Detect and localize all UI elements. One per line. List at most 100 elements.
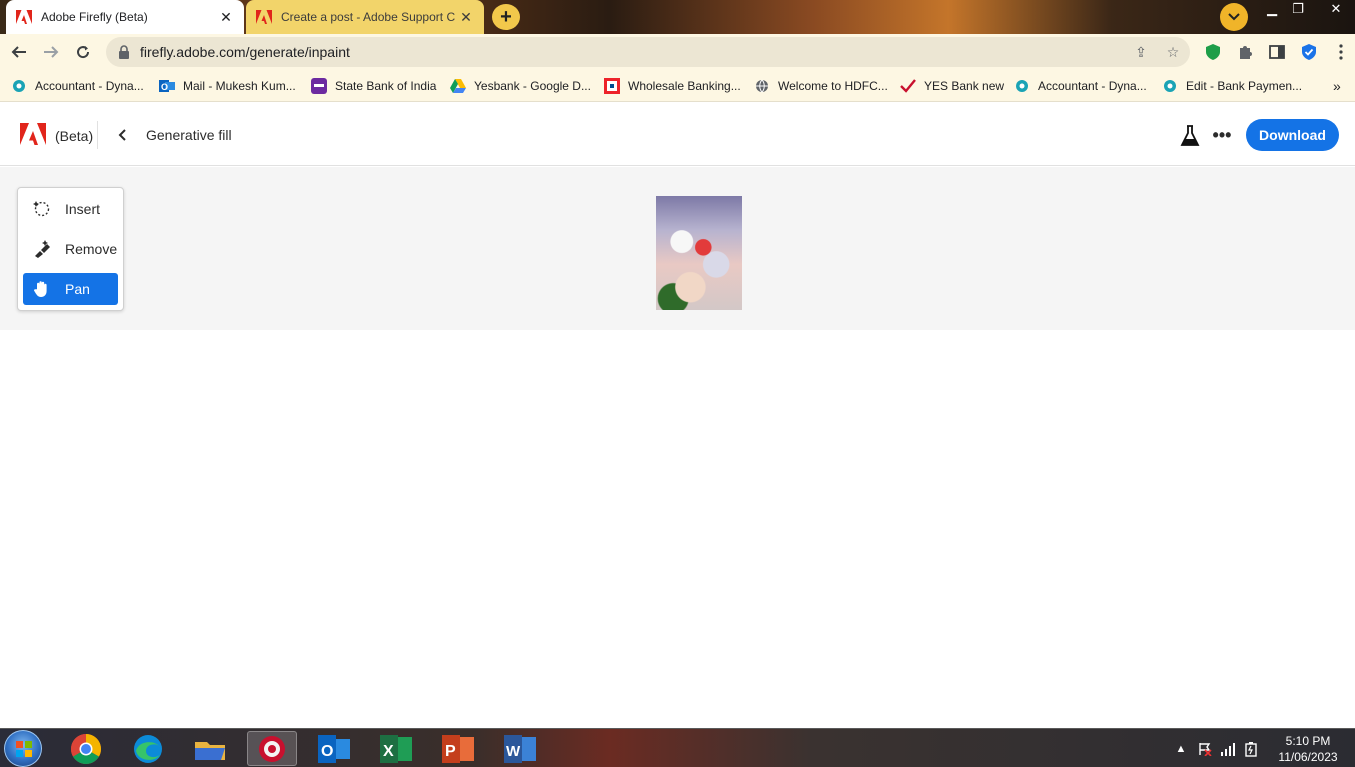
adobe-logo-icon	[20, 123, 46, 148]
dynamics-icon	[1014, 78, 1030, 94]
bookmark-item[interactable]: State Bank of India	[311, 76, 436, 96]
adobe-icon	[16, 9, 32, 25]
tool-label: Pan	[65, 281, 90, 297]
system-clock[interactable]: 5:10 PM 11/06/2023	[1272, 733, 1344, 765]
word-icon[interactable]: W	[495, 731, 545, 766]
powerpoint-icon[interactable]: P	[433, 731, 483, 766]
browser-toolbar: firefly.adobe.com/generate/inpaint ⇪ ☆	[0, 34, 1355, 70]
clock-date: 11/06/2023	[1278, 750, 1338, 764]
reload-button[interactable]	[71, 40, 95, 64]
show-hidden-icons-icon[interactable]: ▲	[1173, 741, 1189, 757]
outlook-icon: O	[159, 78, 175, 94]
chevron-down-icon	[1228, 13, 1240, 21]
bookmark-item[interactable]: Accountant - Dyna...	[1014, 76, 1147, 96]
insert-brush-icon	[33, 200, 51, 218]
close-tab-icon[interactable]: ✕	[458, 9, 474, 26]
tool-panel: Insert Remove Pan	[17, 187, 124, 311]
google-drive-icon	[450, 78, 466, 94]
bookmark-item[interactable]: Edit - Bank Paymen...	[1162, 76, 1302, 96]
dynamics-icon	[1162, 78, 1178, 94]
action-center-flag-icon[interactable]	[1197, 741, 1213, 757]
tab-adobe-firefly[interactable]: Adobe Firefly (Beta) ✕	[6, 0, 244, 34]
tool-label: Insert	[65, 201, 101, 217]
bookmark-item[interactable]: O Mail - Mukesh Kum...	[159, 76, 296, 96]
minimize-button[interactable]: ▁	[1258, 0, 1286, 18]
address-bar[interactable]: firefly.adobe.com/generate/inpaint	[106, 37, 1190, 67]
browser-tabstrip: Adobe Firefly (Beta) ✕ Create a post - A…	[0, 0, 1355, 34]
empty-workspace	[0, 330, 1355, 728]
adobe-app-icon[interactable]	[247, 731, 297, 766]
reload-icon	[77, 46, 90, 59]
svg-text:P: P	[445, 743, 456, 760]
edge-icon[interactable]	[123, 731, 173, 766]
hand-icon	[33, 280, 51, 298]
excel-icon[interactable]: X	[371, 731, 421, 766]
brand[interactable]: (Beta)	[20, 123, 93, 148]
outlook-icon[interactable]: O	[309, 731, 359, 766]
more-options-icon[interactable]: •••	[1210, 125, 1234, 145]
security-check-icon[interactable]	[1300, 43, 1318, 61]
flask-icon[interactable]	[1180, 125, 1200, 147]
canvas-image[interactable]	[656, 196, 742, 310]
hdfc-icon	[604, 78, 620, 94]
file-explorer-icon[interactable]	[185, 731, 235, 766]
new-tab-button[interactable]: +	[492, 4, 520, 30]
network-signal-icon[interactable]	[1220, 741, 1236, 757]
bookmark-item[interactable]: Wholesale Banking...	[604, 76, 741, 96]
app-header: (Beta) Generative fill ••• Download	[0, 103, 1355, 166]
insert-tool-button[interactable]: Insert	[23, 193, 118, 225]
remove-tool-button[interactable]: Remove	[23, 233, 118, 265]
tab-search-button[interactable]	[1220, 3, 1248, 31]
side-panel-icon[interactable]	[1268, 43, 1286, 61]
bookmark-star-icon[interactable]: ☆	[1164, 43, 1182, 61]
lock-icon	[119, 45, 129, 59]
svg-text:O: O	[321, 743, 333, 760]
bookmark-label: Wholesale Banking...	[628, 79, 741, 93]
beta-label: (Beta)	[55, 127, 94, 144]
svg-text:O: O	[161, 82, 168, 92]
yono-icon	[311, 78, 327, 94]
windows-logo-icon	[16, 741, 32, 757]
bookmark-label: Edit - Bank Paymen...	[1186, 79, 1303, 93]
bookmark-item[interactable]: Welcome to HDFC...	[754, 76, 888, 96]
checkmark-icon	[900, 78, 916, 94]
bookmark-label: Accountant - Dyna...	[1038, 79, 1147, 93]
bookmarks-overflow-icon[interactable]: »	[1333, 76, 1341, 96]
bookmarks-bar: Accountant - Dyna... O Mail - Mukesh Kum…	[0, 70, 1355, 102]
bookmark-item[interactable]: Accountant - Dyna...	[11, 76, 144, 96]
share-icon[interactable]: ⇪	[1132, 43, 1150, 61]
forward-button[interactable]	[39, 40, 63, 64]
remove-brush-icon	[33, 240, 51, 258]
kebab-menu-icon[interactable]	[1332, 43, 1350, 61]
page-title: Generative fill	[146, 127, 232, 143]
dynamics-icon	[11, 78, 27, 94]
window-close-button[interactable]: ✕	[1322, 0, 1350, 18]
bookmark-item[interactable]: YES Bank new	[900, 76, 1004, 96]
start-button[interactable]	[4, 730, 42, 767]
bookmark-item[interactable]: Yesbank - Google D...	[450, 76, 591, 96]
windows-taskbar: O X P W ▲ 5:10 PM 11/06/2023	[0, 728, 1355, 767]
power-battery-icon[interactable]	[1243, 741, 1259, 757]
arrow-right-icon	[44, 46, 59, 58]
tab-title: Adobe Firefly (Beta)	[41, 10, 148, 24]
chrome-icon[interactable]	[61, 731, 111, 766]
back-button[interactable]	[7, 40, 31, 64]
url-text: firefly.adobe.com/generate/inpaint	[140, 44, 350, 60]
globe-icon	[754, 78, 770, 94]
back-chevron-icon[interactable]	[114, 125, 130, 145]
close-tab-icon[interactable]: ✕	[218, 9, 234, 26]
puzzle-extensions-icon[interactable]	[1236, 43, 1254, 61]
tab-title: Create a post - Adobe Support C	[281, 10, 456, 24]
adobe-icon	[256, 9, 272, 25]
arrow-left-icon	[11, 46, 26, 58]
clock-time: 5:10 PM	[1285, 734, 1331, 748]
tab-adobe-support[interactable]: Create a post - Adobe Support C ✕	[246, 0, 484, 34]
download-button[interactable]: Download	[1246, 119, 1339, 151]
bookmark-label: Accountant - Dyna...	[35, 79, 144, 93]
bookmark-label: State Bank of India	[335, 79, 437, 93]
pan-tool-button[interactable]: Pan	[23, 273, 118, 305]
bookmark-label: Welcome to HDFC...	[778, 79, 888, 93]
extension-shield-icon[interactable]	[1204, 43, 1222, 61]
restore-button[interactable]: ❐	[1284, 0, 1312, 18]
bookmark-label: Yesbank - Google D...	[474, 79, 591, 93]
